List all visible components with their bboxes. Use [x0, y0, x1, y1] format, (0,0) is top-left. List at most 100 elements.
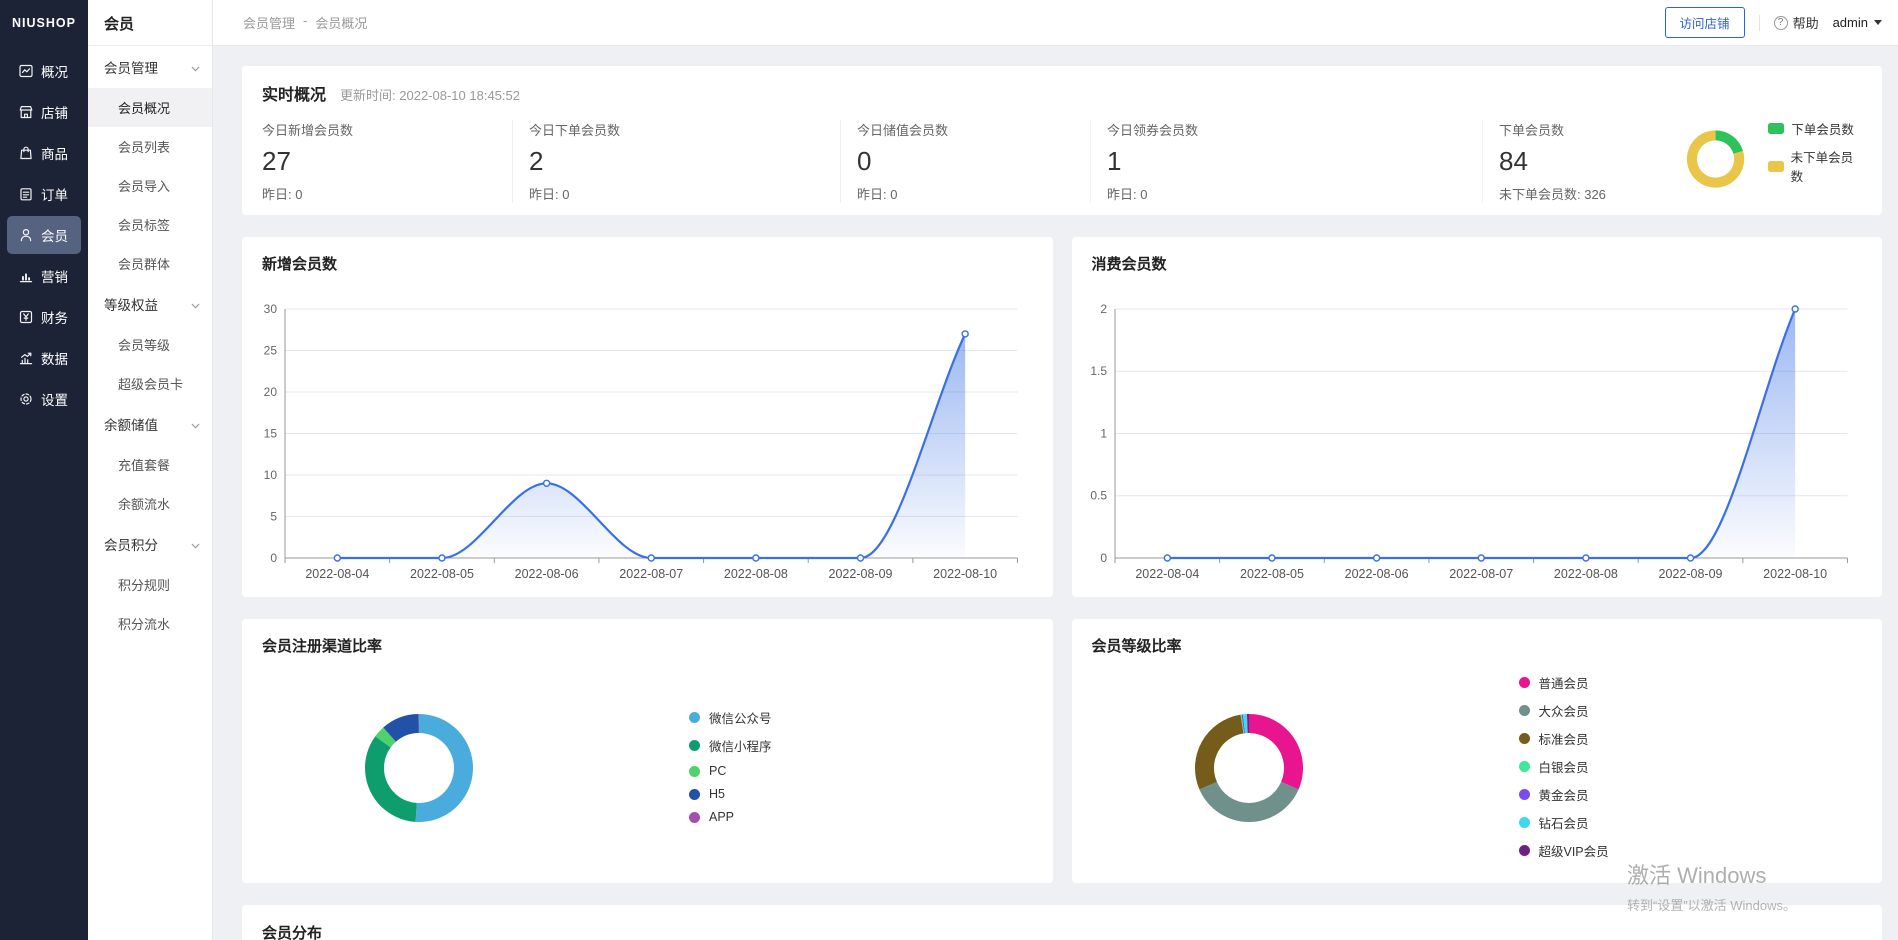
sidebar-item-shop[interactable]: 店铺	[7, 93, 81, 131]
nav-group-level-rights[interactable]: 等级权益	[88, 283, 212, 325]
sidebar-item-label: 商品	[41, 143, 68, 163]
nav-group-member-manage[interactable]: 会员管理	[88, 46, 212, 88]
sidebar-item-settings[interactable]: 设置	[7, 380, 81, 418]
visit-shop-button[interactable]: 访问店铺	[1665, 7, 1745, 38]
nav-item-super-member-card[interactable]: 超级会员卡	[88, 364, 212, 403]
consume-members-line-chart[interactable]: 00.511.522022-08-042022-08-052022-08-062…	[1072, 237, 1883, 597]
nav-item-recharge-package[interactable]: 充值套餐	[88, 445, 212, 484]
nav-item-points-flow[interactable]: 积分流水	[88, 604, 212, 643]
sidebar-item-member[interactable]: 会员	[7, 216, 81, 254]
legend-swatch	[1519, 761, 1530, 772]
sidebar-item-goods[interactable]: 商品	[7, 134, 81, 172]
legend-label: 微信小程序	[709, 736, 772, 755]
nav-group-label: 会员管理	[104, 57, 158, 77]
register-channel-donut-chart[interactable]	[344, 693, 494, 843]
svg-text:2022-08-06: 2022-08-06	[515, 567, 579, 581]
svg-text:1: 1	[1100, 427, 1107, 441]
legend-item[interactable]: 微信公众号	[689, 708, 772, 727]
legend-item[interactable]: 大众会员	[1519, 701, 1609, 720]
svg-text:1.5: 1.5	[1090, 364, 1107, 378]
sidebar-item-label: 设置	[41, 389, 68, 409]
breadcrumb-parent[interactable]: 会员管理	[243, 13, 295, 32]
secondary-sidebar: 会员 会员管理会员概况会员列表会员导入会员标签会员群体等级权益会员等级超级会员卡…	[88, 0, 213, 940]
user-menu[interactable]: admin	[1833, 15, 1882, 30]
svg-text:2022-08-04: 2022-08-04	[305, 567, 369, 581]
settings-icon	[18, 391, 34, 407]
svg-text:2022-08-06: 2022-08-06	[1344, 567, 1408, 581]
svg-text:2022-08-09: 2022-08-09	[1658, 567, 1722, 581]
sidebar-item-label: 店铺	[41, 102, 68, 122]
finance-icon	[18, 309, 34, 325]
member-level-donut-chart[interactable]	[1174, 693, 1324, 843]
svg-text:2022-08-10: 2022-08-10	[933, 567, 997, 581]
sidebar-item-overview[interactable]: 概况	[7, 52, 81, 90]
svg-text:25: 25	[264, 344, 278, 358]
svg-text:2022-08-05: 2022-08-05	[410, 567, 474, 581]
legend-label: 黄金会员	[1539, 785, 1589, 804]
goods-icon	[18, 145, 34, 161]
svg-text:5: 5	[270, 510, 277, 524]
svg-text:15: 15	[264, 427, 278, 441]
legend-swatch	[1519, 677, 1530, 688]
legend-swatch	[1519, 789, 1530, 800]
nav-item-balance-flow[interactable]: 余额流水	[88, 484, 212, 523]
nav-item-member-list[interactable]: 会员列表	[88, 127, 212, 166]
new-members-chart-panel: 0510152025302022-08-042022-08-052022-08-…	[242, 237, 1053, 597]
legend-item[interactable]: 普通会员	[1519, 673, 1609, 692]
legend-item[interactable]: 钻石会员	[1519, 813, 1609, 832]
chart-title: 新增会员数	[262, 253, 337, 274]
legend-label: 普通会员	[1539, 673, 1589, 692]
nav-item-member-import[interactable]: 会员导入	[88, 166, 212, 205]
svg-text:2022-08-08: 2022-08-08	[724, 567, 788, 581]
realtime-overview-panel: 实时概况 更新时间: 2022-08-10 18:45:52 今日新增会员数 2…	[242, 66, 1882, 215]
legend-item[interactable]: 标准会员	[1519, 729, 1609, 748]
nav-item-member-groups[interactable]: 会员群体	[88, 244, 212, 283]
svg-text:30: 30	[264, 302, 278, 316]
nav-item-member-level[interactable]: 会员等级	[88, 325, 212, 364]
legend-item[interactable]: 微信小程序	[689, 736, 772, 755]
legend-swatch	[1519, 733, 1530, 744]
nav-item-points-rules[interactable]: 积分规则	[88, 565, 212, 604]
sidebar-item-data[interactable]: 数据	[7, 339, 81, 377]
legend-swatch	[689, 812, 700, 823]
consume-members-chart-panel: 00.511.522022-08-042022-08-052022-08-062…	[1072, 237, 1883, 597]
sidebar-item-marketing[interactable]: 营销	[7, 257, 81, 295]
app-logo: NIUSHOP	[0, 0, 88, 46]
order-ratio-donut-chart[interactable]	[1685, 127, 1746, 191]
legend-item[interactable]: 超级VIP会员	[1519, 841, 1609, 860]
order-ratio-legend: 下单会员数未下单会员数	[1768, 119, 1862, 194]
divider	[1759, 15, 1760, 31]
legend-item[interactable]: 黄金会员	[1519, 785, 1609, 804]
sidebar-item-order[interactable]: 订单	[7, 175, 81, 213]
chart-title: 会员等级比率	[1092, 635, 1182, 656]
nav-item-member-overview[interactable]: 会员概况	[88, 88, 212, 127]
member-distribution-panel: 会员分布	[242, 905, 1882, 940]
legend-label: H5	[709, 787, 725, 801]
legend-item[interactable]: PC	[689, 764, 772, 778]
svg-text:0: 0	[270, 551, 277, 565]
new-members-line-chart[interactable]: 0510152025302022-08-042022-08-052022-08-…	[242, 237, 1053, 597]
help-label: 帮助	[1793, 13, 1819, 32]
sidebar-item-finance[interactable]: 财务	[7, 298, 81, 336]
stat-order-members: 今日下单会员数 2 昨日: 0	[512, 120, 840, 203]
realtime-title: 实时概况	[262, 81, 326, 105]
stat-new-members: 今日新增会员数 27 昨日: 0	[262, 120, 512, 203]
legend-item[interactable]: APP	[689, 810, 772, 824]
realtime-updated: 更新时间: 2022-08-10 18:45:52	[340, 85, 520, 104]
legend-item[interactable]: H5	[689, 787, 772, 801]
legend-item[interactable]: 白银会员	[1519, 757, 1609, 776]
help-menu[interactable]: ? 帮助	[1774, 13, 1819, 32]
breadcrumb-current: 会员概况	[315, 13, 367, 32]
chevron-down-icon	[191, 297, 200, 312]
secondary-sidebar-title: 会员	[88, 0, 212, 46]
stat-stored-members: 今日储值会员数 0 昨日: 0	[840, 120, 1090, 203]
svg-text:2022-08-08: 2022-08-08	[1553, 567, 1617, 581]
nav-group-balance-stored[interactable]: 余额储值	[88, 403, 212, 445]
legend-item[interactable]: 下单会员数	[1768, 119, 1862, 138]
sidebar-item-label: 会员	[41, 225, 68, 245]
nav-group-member-points[interactable]: 会员积分	[88, 523, 212, 565]
nav-item-member-tags[interactable]: 会员标签	[88, 205, 212, 244]
distribution-title: 会员分布	[262, 922, 1862, 940]
legend-item[interactable]: 未下单会员数	[1768, 147, 1862, 185]
register-channel-legend: 微信公众号微信小程序 PC H5 APP	[689, 659, 772, 873]
